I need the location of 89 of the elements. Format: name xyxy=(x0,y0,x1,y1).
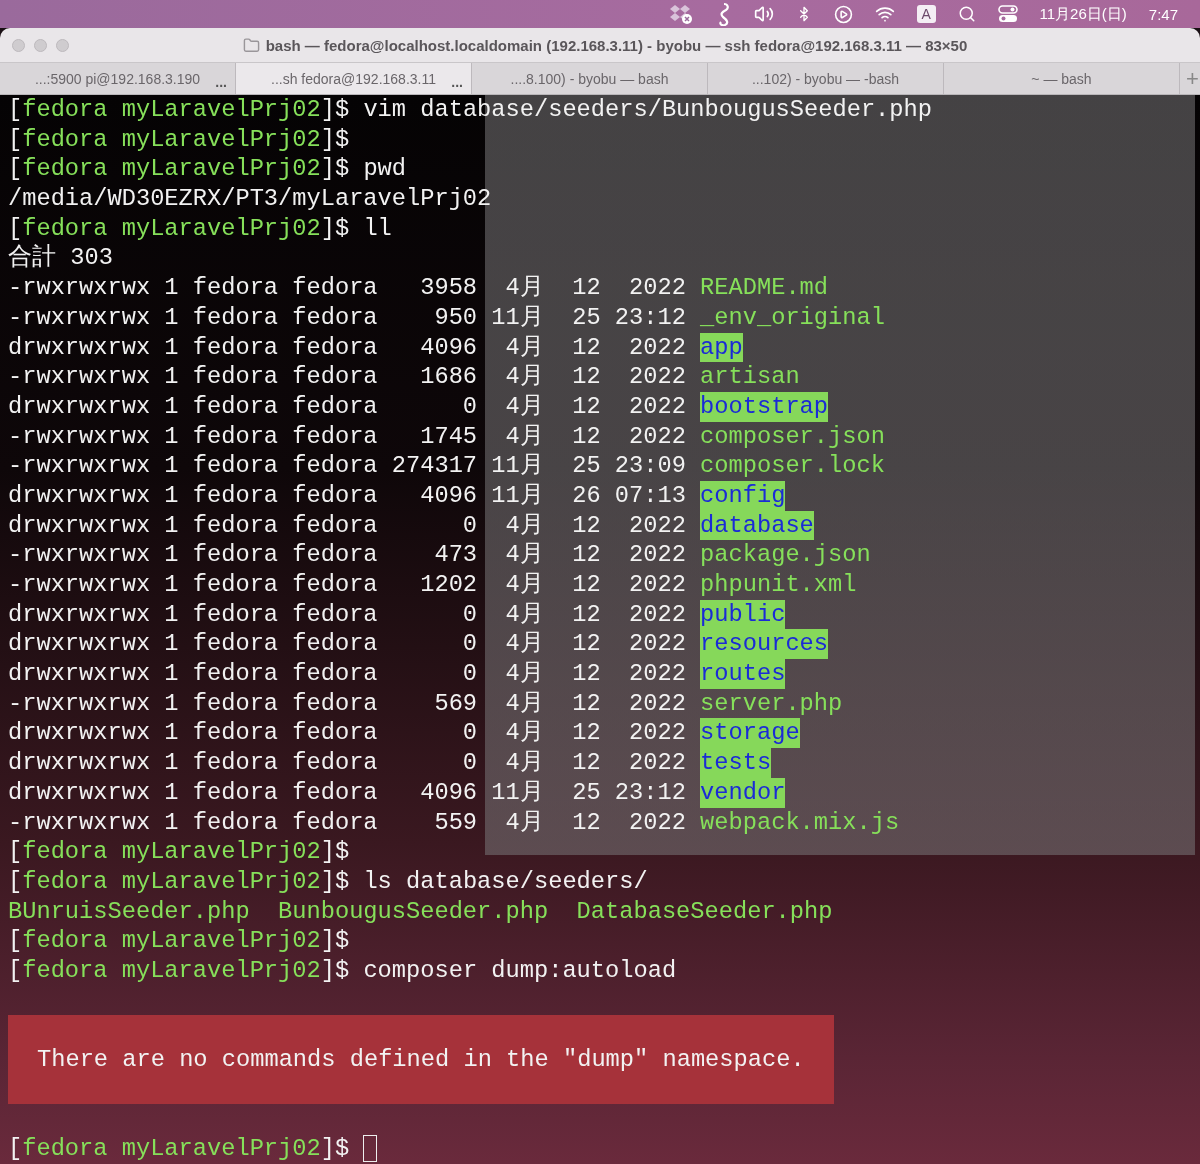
prompt-context: fedora myLaravelPrj02 xyxy=(22,926,321,956)
directory-name: config xyxy=(700,480,786,511)
file-info: drwxrwxrwx 1 fedora fedora 0 4月 12 2022 xyxy=(8,391,687,422)
prompt-symbol: ]$ xyxy=(320,124,350,155)
directory-name: tests xyxy=(700,748,772,778)
command-text: pwd xyxy=(362,154,407,185)
file-name: _env_original xyxy=(700,302,885,333)
prompt-bracket: [ xyxy=(8,837,23,867)
file-info: drwxrwxrwx 1 fedora fedora 4096 4月 12 2022 xyxy=(8,332,687,363)
file-name: BUnruisSeeder.php xyxy=(8,896,250,927)
command-text: vim database/seeders/BunbougusSeeder.php xyxy=(362,95,932,125)
prompt-symbol: ]$ xyxy=(320,95,350,125)
menu-date[interactable]: 11月26日(日) xyxy=(1039,4,1127,24)
file-info: -rwxrwxrwx 1 fedora fedora 3958 4月 12 2022 xyxy=(8,273,687,303)
command-text: ls database/seeders/ xyxy=(362,866,648,897)
prompt-bracket: [ xyxy=(8,95,23,125)
prompt-context: fedora myLaravelPrj02 xyxy=(22,866,321,897)
prompt-symbol: ]$ xyxy=(320,866,350,897)
input-source-indicator[interactable]: A xyxy=(916,5,936,23)
terminal-tab[interactable]: ...sh fedora@192.168.3.11 ... xyxy=(236,63,472,94)
prompt-context: fedora myLaravelPrj02 xyxy=(22,1134,321,1164)
control-center-icon[interactable] xyxy=(997,5,1018,23)
directory-name: vendor xyxy=(700,777,786,808)
directory-name: resources xyxy=(700,629,829,660)
file-info: -rwxrwxrwx 1 fedora fedora 1745 4月 12 2022 xyxy=(8,421,687,452)
file-info: -rwxrwxrwx 1 fedora fedora 1686 4月 12 2022 xyxy=(8,362,687,392)
prompt-context: fedora myLaravelPrj02 xyxy=(22,955,321,986)
prompt-context: fedora myLaravelPrj02 xyxy=(22,154,321,185)
file-info: drwxrwxrwx 1 fedora fedora 4096 11月 26 07:13 xyxy=(8,480,687,511)
file-info: -rwxrwxrwx 1 fedora fedora 274317 11月 25 23:09 xyxy=(8,451,687,481)
file-info: -rwxrwxrwx 1 fedora fedora 559 4月 12 2022 xyxy=(8,807,687,838)
menu-time[interactable]: 7:47 xyxy=(1148,5,1178,23)
file-name: phpunit.xml xyxy=(700,570,857,600)
file-info: drwxrwxrwx 1 fedora fedora 0 4月 12 2022 xyxy=(8,659,687,689)
directory-name: bootstrap xyxy=(700,391,829,422)
prompt-symbol: ]$ xyxy=(320,213,350,244)
file-info: drwxrwxrwx 1 fedora fedora 0 4月 12 2022 xyxy=(8,510,687,541)
prompt-context: fedora myLaravelPrj02 xyxy=(22,213,321,244)
folder-icon xyxy=(242,36,260,54)
file-info: -rwxrwxrwx 1 fedora fedora 473 4月 12 2022 xyxy=(8,540,687,570)
prompt-context: fedora myLaravelPrj02 xyxy=(22,95,321,125)
command-text: composer dump:autoload xyxy=(362,955,677,986)
file-name: BunbougusSeeder.php xyxy=(278,896,549,927)
play-icon[interactable] xyxy=(833,4,853,24)
prompt-bracket: [ xyxy=(8,866,23,897)
window-title: bash — fedora@localhost.localdomain (192.168.3.11) - byobu — ssh fedora@192.168.3.11 — 83×50 xyxy=(265,36,968,54)
file-info: drwxrwxrwx 1 fedora fedora 4096 11月 25 23:12 xyxy=(8,777,687,808)
tab-overflow-marker: ... xyxy=(451,74,463,90)
file-name: README.md xyxy=(700,273,829,303)
wifi-icon[interactable] xyxy=(874,4,895,24)
prompt-bracket: [ xyxy=(8,926,23,956)
file-name: server.php xyxy=(700,688,843,719)
file-name: package.json xyxy=(700,540,871,570)
command-text: ll xyxy=(362,213,392,244)
prompt-bracket: [ xyxy=(8,213,23,244)
prompt-symbol: ]$ xyxy=(320,955,350,986)
search-icon[interactable] xyxy=(957,5,976,23)
prompt-bracket: [ xyxy=(8,124,23,155)
file-name: composer.lock xyxy=(700,451,885,481)
output-text: /media/WD30EZRX/PT3/myLaravelPrj02 xyxy=(8,184,492,214)
prompt-symbol: ]$ xyxy=(320,837,350,867)
error-message: There are no commands defined in the "dump" namespace. xyxy=(37,1046,805,1074)
prompt-context: fedora myLaravelPrj02 xyxy=(22,837,321,867)
directory-name: public xyxy=(700,599,786,630)
file-name: DatabaseSeeder.php xyxy=(576,896,833,927)
file-name: artisan xyxy=(700,362,800,392)
file-info: drwxrwxrwx 1 fedora fedora 0 4月 12 2022 xyxy=(8,718,687,749)
file-info: drwxrwxrwx 1 fedora fedora 0 4月 12 2022 xyxy=(8,629,687,660)
directory-name: database xyxy=(700,510,814,541)
prompt-context: fedora myLaravelPrj02 xyxy=(22,124,321,155)
prompt-bracket: [ xyxy=(8,1134,23,1164)
prompt-symbol: ]$ xyxy=(320,926,350,956)
file-info: drwxrwxrwx 1 fedora fedora 0 4月 12 2022 xyxy=(8,599,687,630)
prompt-bracket: [ xyxy=(8,955,23,986)
prompt-bracket: [ xyxy=(8,154,23,185)
file-name: webpack.mix.js xyxy=(700,807,900,838)
prompt-symbol: ]$ xyxy=(320,1134,350,1164)
directory-name: app xyxy=(700,332,743,363)
file-info: -rwxrwxrwx 1 fedora fedora 569 4月 12 2022 xyxy=(8,688,687,719)
file-info: drwxrwxrwx 1 fedora fedora 0 4月 12 2022 xyxy=(8,748,687,778)
tab-overflow-marker: ... xyxy=(215,74,227,90)
file-name: composer.json xyxy=(700,421,885,452)
output-text: 合計 303 xyxy=(8,243,113,274)
file-info: -rwxrwxrwx 1 fedora fedora 1202 4月 12 2022 xyxy=(8,570,687,600)
directory-name: routes xyxy=(700,659,786,689)
prompt-symbol: ]$ xyxy=(320,154,350,185)
volume-icon[interactable] xyxy=(753,4,774,24)
directory-name: storage xyxy=(700,718,800,749)
file-info: -rwxrwxrwx 1 fedora fedora 950 11月 25 23:12 xyxy=(8,302,687,333)
